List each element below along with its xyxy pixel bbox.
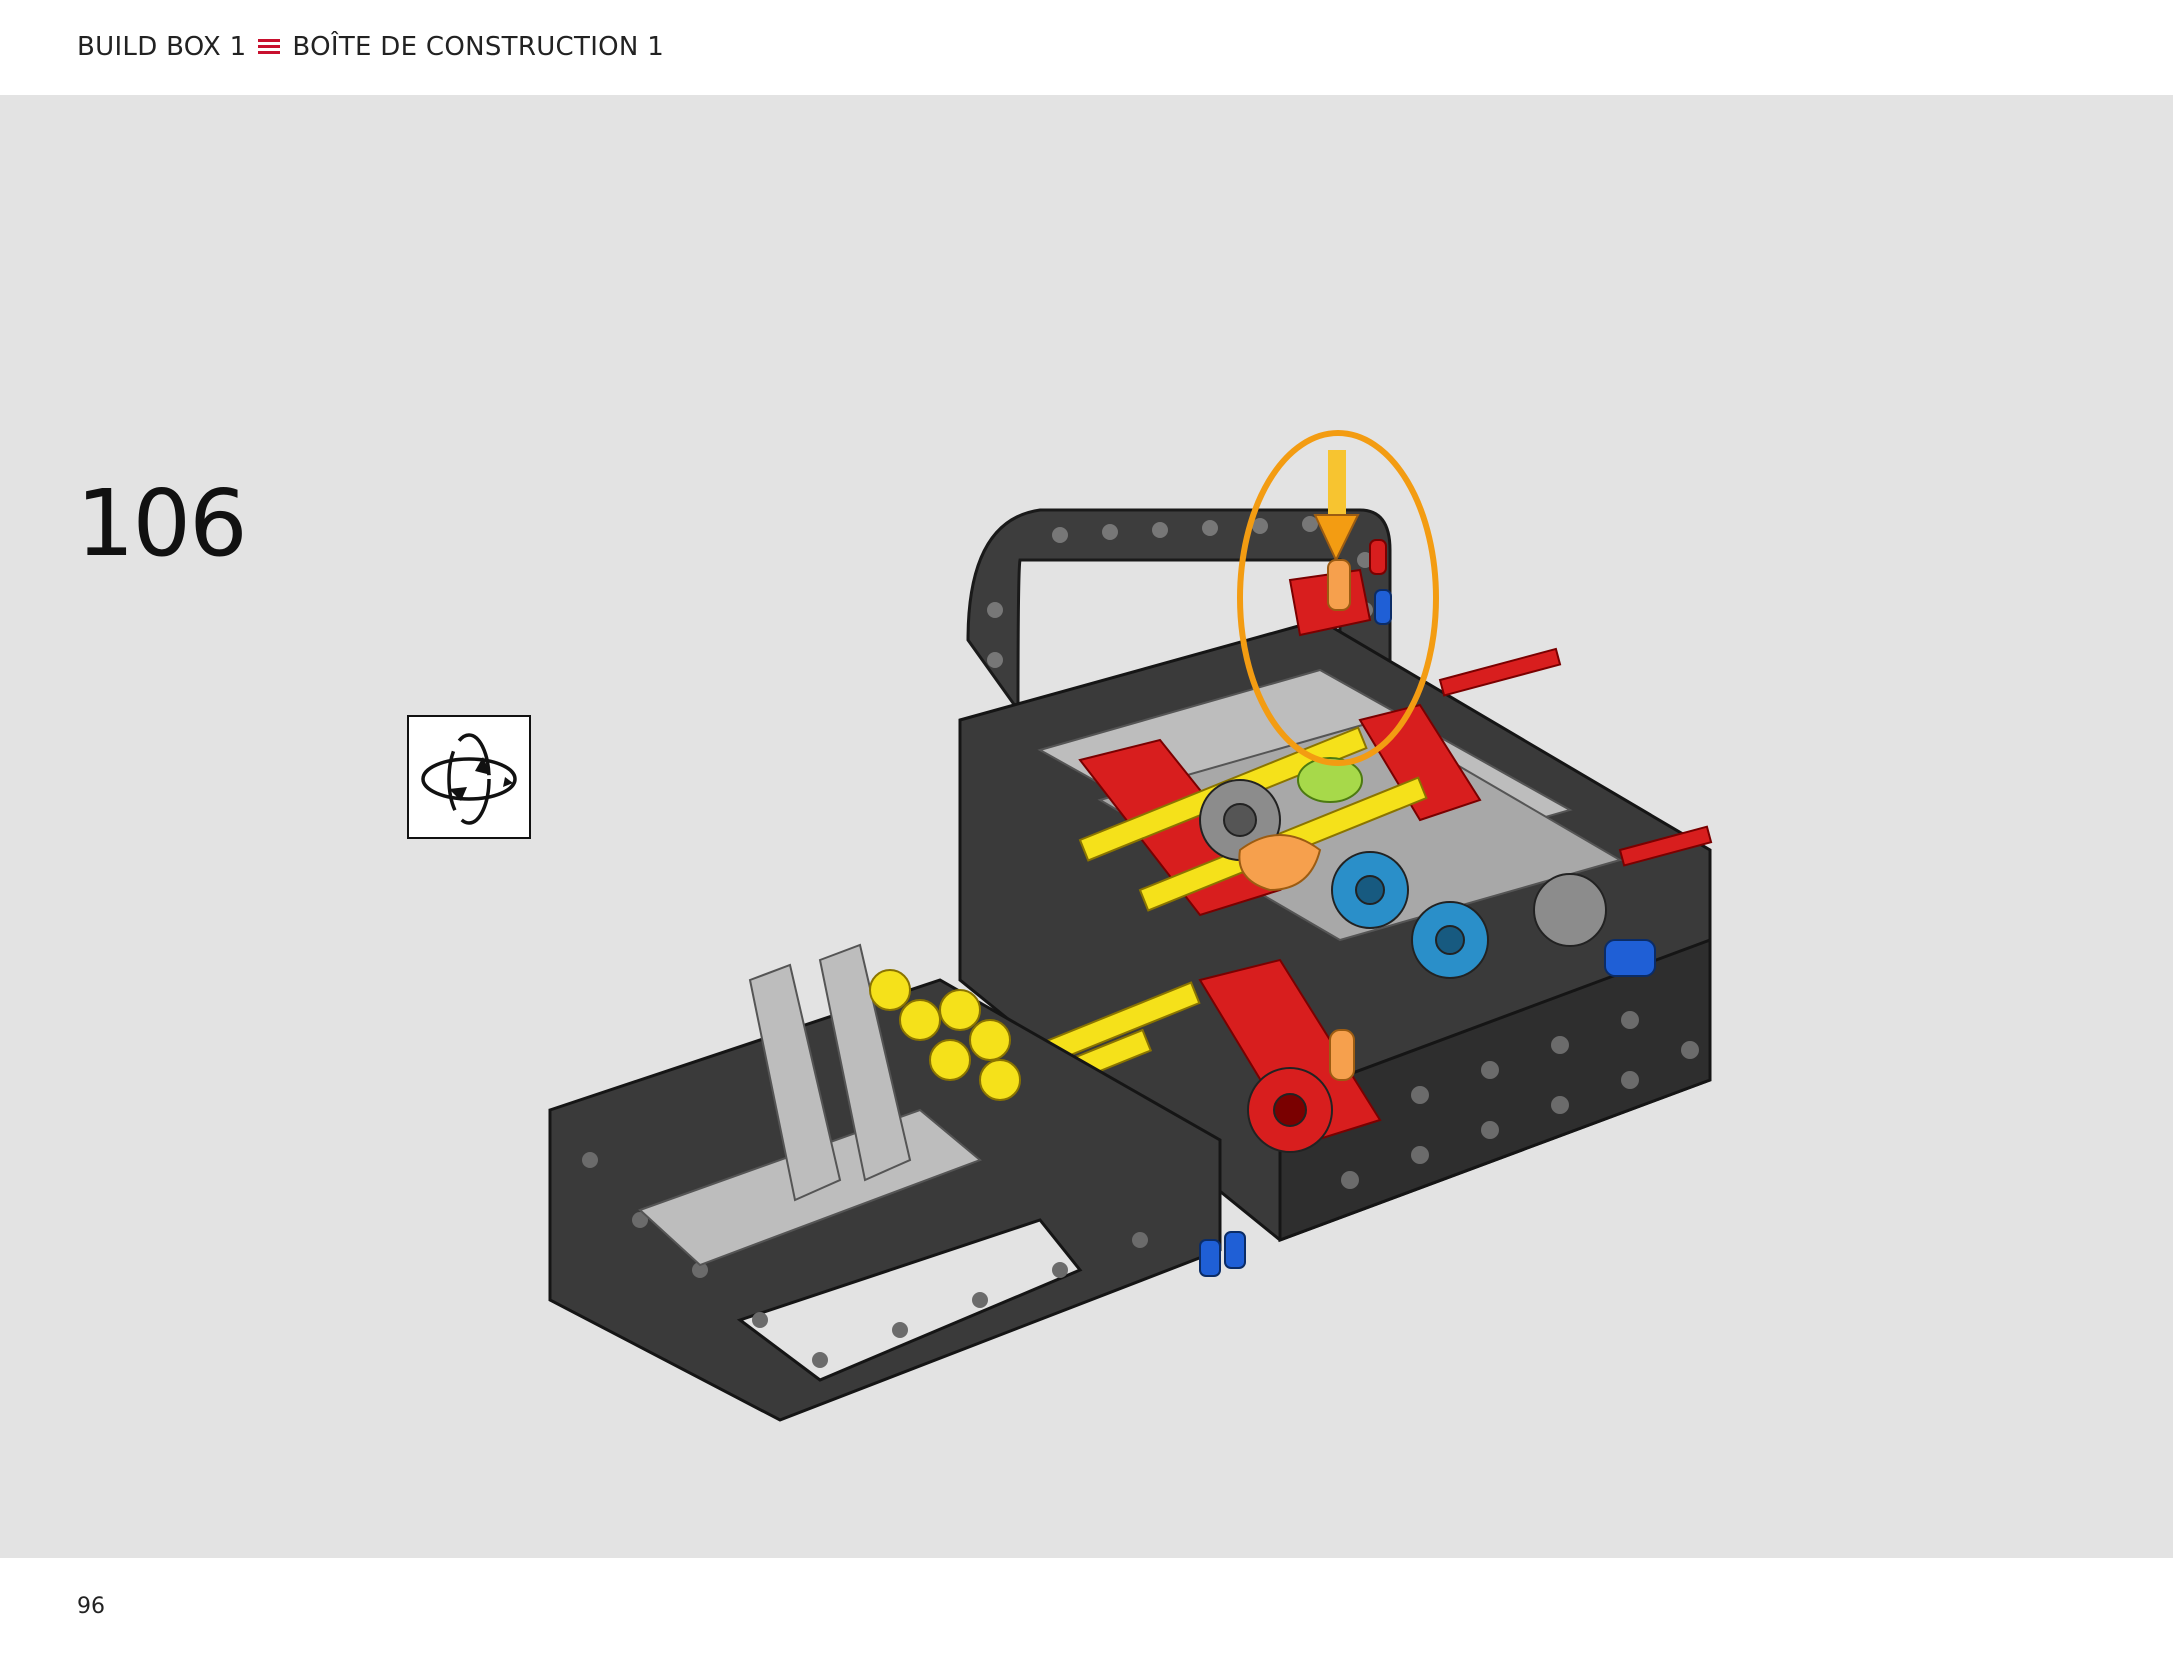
page-number: 96 [77, 1594, 105, 1619]
page-header: BUILD BOX 1 BOÎTE DE CONSTRUCTION 1 [0, 0, 2173, 95]
rotate-model-icon [407, 715, 531, 839]
step-number: 106 [76, 470, 248, 577]
header-title: BUILD BOX 1 BOÎTE DE CONSTRUCTION 1 [77, 32, 664, 62]
build-box-label-en: BUILD BOX 1 [77, 32, 247, 62]
triple-line-icon [258, 39, 281, 55]
page-footer [0, 1558, 2173, 1654]
build-box-label-fr: BOÎTE DE CONSTRUCTION 1 [292, 32, 665, 62]
lego-assembly-illustration [548, 430, 1713, 1422]
